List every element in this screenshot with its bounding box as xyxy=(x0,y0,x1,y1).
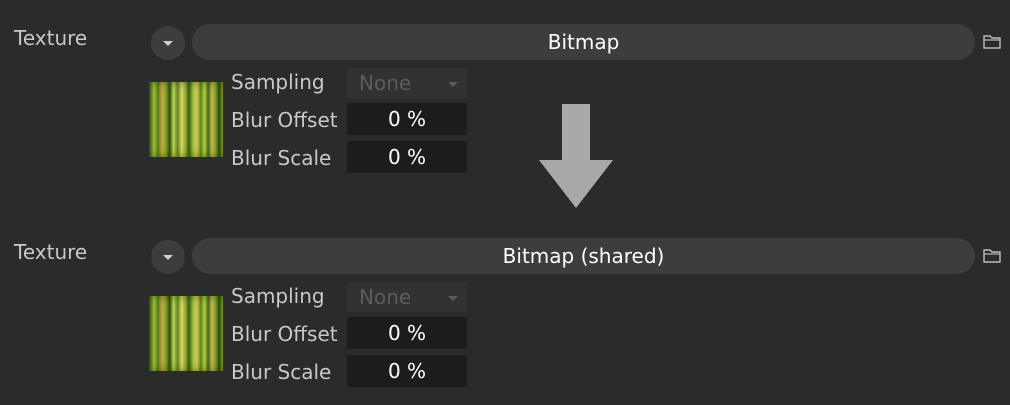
chevron-down-icon xyxy=(163,41,173,46)
blur-offset-label: Blur Offset xyxy=(231,108,338,132)
sampling-dropdown[interactable]: None xyxy=(347,282,467,312)
sampling-label: Sampling xyxy=(231,70,325,94)
texture-thumbnail[interactable] xyxy=(149,82,223,157)
texture-menu-button[interactable] xyxy=(151,26,185,60)
sampling-value: None xyxy=(359,71,412,95)
texture-menu-button[interactable] xyxy=(151,240,185,274)
texture-label: Texture xyxy=(14,26,88,50)
arrow-down-icon xyxy=(539,104,613,208)
shader-name-button[interactable]: Bitmap xyxy=(192,24,975,60)
blur-scale-field[interactable]: 0 % xyxy=(347,141,467,173)
shader-name-button[interactable]: Bitmap (shared) xyxy=(192,238,975,274)
sampling-dropdown[interactable]: None xyxy=(347,68,467,98)
texture-label: Texture xyxy=(14,240,88,264)
blur-offset-field[interactable]: 0 % xyxy=(347,103,467,135)
texture-panel-shared: Texture Bitmap (shared) Sampling None Bl… xyxy=(0,214,1010,387)
blur-scale-label: Blur Scale xyxy=(231,146,332,170)
texture-thumbnail[interactable] xyxy=(149,296,223,371)
blur-scale-label: Blur Scale xyxy=(231,360,332,384)
texture-panel-original: Texture Bitmap Sampling None Blur Offset… xyxy=(0,0,1010,173)
folder-icon[interactable] xyxy=(983,34,1001,49)
sampling-value: None xyxy=(359,285,412,309)
blur-offset-field[interactable]: 0 % xyxy=(347,317,467,349)
chevron-down-icon xyxy=(448,296,458,301)
chevron-down-icon xyxy=(163,255,173,260)
chevron-down-icon xyxy=(448,82,458,87)
blur-scale-field[interactable]: 0 % xyxy=(347,355,467,387)
sampling-label: Sampling xyxy=(231,284,325,308)
folder-icon[interactable] xyxy=(983,248,1001,263)
blur-offset-label: Blur Offset xyxy=(231,322,338,346)
